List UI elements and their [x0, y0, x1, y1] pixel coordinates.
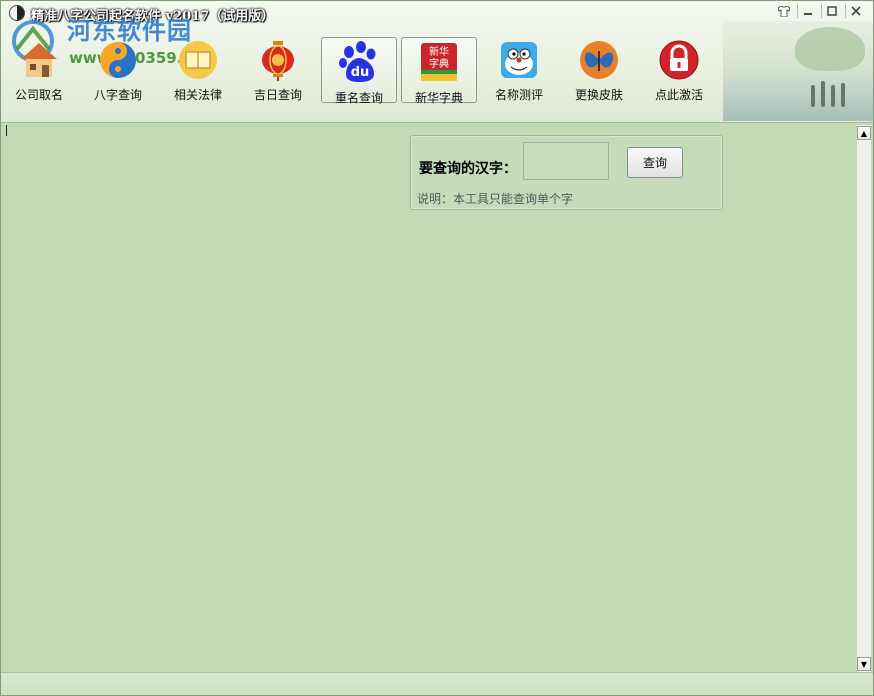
character-input[interactable]: [523, 142, 609, 180]
toolbar-related-laws[interactable]: 相关法律: [160, 37, 236, 103]
toolbar-label: 新华字典: [414, 91, 463, 105]
scroll-down-icon[interactable]: ▼: [857, 657, 871, 671]
butterfly-icon: [577, 39, 621, 81]
dictionary-icon: 新华 字典: [417, 40, 461, 84]
toolbar-duplicate-name[interactable]: du 重名查询: [321, 37, 397, 105]
main-content-area[interactable]: 要查询的汉字： 查询 说明：本工具只能查询单个字: [3, 123, 855, 673]
toolbar-label: 相关法律: [173, 88, 222, 102]
window-controls: [773, 3, 867, 19]
query-button[interactable]: 查询: [627, 147, 683, 178]
toolbar-company-naming[interactable]: 公司取名: [1, 37, 77, 103]
app-window: 精准八字公司起名软件 v2017（试用版） 河东软件园 www.pc0359.c…: [0, 0, 874, 696]
vertical-scrollbar[interactable]: ▲ ▼: [856, 125, 871, 672]
character-query-panel: 要查询的汉字： 查询 说明：本工具只能查询单个字: [410, 135, 723, 210]
toolbar-label: 重名查询: [334, 91, 383, 105]
text-caret: [6, 125, 7, 136]
header-scenery-image: [723, 21, 873, 121]
toolbar-label: 八字查询: [93, 88, 142, 102]
toolbar-lucky-day[interactable]: 吉日查询: [240, 37, 316, 103]
lock-icon: [657, 39, 701, 81]
house-icon: [17, 39, 61, 81]
toolbar-xinhua-dictionary[interactable]: 新华 字典 新华字典: [401, 37, 477, 105]
toolbar-label: 更换皮肤: [574, 88, 623, 102]
robot-cat-icon: [497, 39, 541, 81]
baidu-paw-icon: du: [337, 40, 381, 84]
minimize-button[interactable]: [797, 3, 819, 19]
svg-text:字典: 字典: [429, 57, 449, 70]
close-button[interactable]: [845, 3, 867, 19]
yin-yang-icon: [96, 39, 140, 81]
toolbar-change-skin[interactable]: 更换皮肤: [561, 37, 637, 103]
query-hint: 说明：本工具只能查询单个字: [417, 192, 574, 206]
scroll-up-icon[interactable]: ▲: [857, 126, 871, 140]
maximize-button[interactable]: [821, 3, 843, 19]
law-book-icon: [176, 39, 220, 81]
toolbar-activate[interactable]: 点此激活: [641, 37, 717, 103]
toolbar-label: 名称测评: [494, 88, 543, 102]
toolbar-label: 吉日查询: [253, 88, 302, 102]
lantern-icon: [256, 39, 300, 81]
query-label: 要查询的汉字：: [419, 161, 517, 177]
toolbar-bazi-query[interactable]: 八字查询: [80, 37, 156, 103]
toolbar-name-evaluation[interactable]: 名称测评: [481, 37, 557, 103]
toolbar-label: 公司取名: [14, 88, 63, 102]
status-bar: [1, 672, 873, 695]
svg-text:新华: 新华: [429, 45, 449, 58]
skin-shirt-icon[interactable]: [773, 3, 795, 19]
header: 精准八字公司起名软件 v2017（试用版） 河东软件园 www.pc0359.c…: [1, 1, 873, 123]
toolbar-label: 点此激活: [654, 88, 703, 102]
baidu-text: du: [351, 65, 370, 80]
main-toolbar: 公司取名 八字查询 相关法律 吉日查询 du 重名查询 新华 字典 新华字典 名…: [1, 37, 721, 105]
